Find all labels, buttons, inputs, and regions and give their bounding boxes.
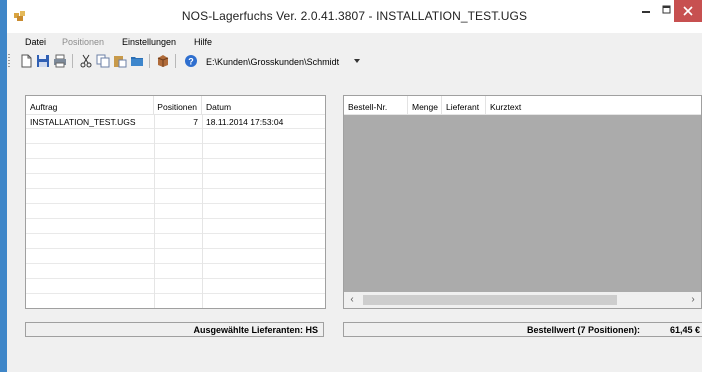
minimize-button[interactable]: [633, 0, 659, 22]
title-bar[interactable]: NOS-Lagerfuchs Ver. 2.0.41.3807 - INSTAL…: [7, 0, 702, 33]
orders-list[interactable]: Auftrag Positionen Datum INSTALLATION_TE…: [25, 95, 326, 309]
table-row: [26, 219, 325, 234]
column-header-lieferant[interactable]: Lieferant: [442, 96, 486, 114]
svg-text:?: ?: [188, 57, 194, 67]
scroll-left-icon[interactable]: ‹: [347, 295, 357, 305]
horizontal-scrollbar[interactable]: ‹ ›: [344, 292, 701, 308]
table-row: [26, 159, 325, 174]
package-icon[interactable]: [156, 54, 170, 68]
positions-list[interactable]: Bestell-Nr. Menge Lieferant Kurztext ‹ ›: [343, 95, 702, 309]
table-row: [26, 294, 325, 309]
print-icon[interactable]: [53, 54, 67, 68]
window-title: NOS-Lagerfuchs Ver. 2.0.41.3807 - INSTAL…: [181, 9, 528, 23]
menu-datei[interactable]: Datei: [25, 37, 46, 47]
minimize-icon: [642, 11, 650, 13]
menu-positionen[interactable]: Positionen: [62, 37, 104, 47]
toolbar-grip[interactable]: [8, 54, 10, 68]
cell-auftrag: INSTALLATION_TEST.UGS: [30, 117, 136, 127]
save-icon[interactable]: [36, 54, 50, 68]
path-combobox[interactable]: E:\Kunden\Grosskunden\Schmidt: [206, 57, 339, 67]
selected-suppliers-status: Ausgewählte Lieferanten: HS: [25, 322, 324, 337]
copy-icon[interactable]: [96, 54, 110, 68]
toolbar-separator: [149, 54, 150, 68]
menu-hilfe[interactable]: Hilfe: [194, 37, 212, 47]
toolbar: ? E:\Kunden\Grosskunden\Schmidt: [7, 50, 702, 72]
paste-icon[interactable]: [113, 54, 127, 68]
table-row: [26, 264, 325, 279]
table-row: [26, 249, 325, 264]
chevron-down-icon[interactable]: [354, 59, 360, 63]
menu-einstellungen[interactable]: Einstellungen: [122, 37, 176, 47]
column-divider: [202, 114, 203, 308]
table-row: [26, 204, 325, 219]
cell-positionen: 7: [193, 117, 198, 127]
table-row: [26, 234, 325, 249]
order-value-status: Bestellwert (7 Positionen): 61,45 €: [343, 322, 702, 337]
order-value-label: Bestellwert (7 Positionen):: [527, 325, 641, 335]
table-row: [26, 189, 325, 204]
menu-bar: Datei Positionen Einstellungen Hilfe: [7, 33, 702, 50]
cut-icon[interactable]: [79, 54, 93, 68]
selected-suppliers-text: Ausgewählte Lieferanten: HS: [193, 325, 318, 335]
table-row: [26, 174, 325, 189]
column-divider: [154, 114, 155, 308]
table-row: [26, 279, 325, 294]
table-row[interactable]: INSTALLATION_TEST.UGS 7 18.11.2014 17:53…: [26, 114, 325, 129]
scrollbar-thumb[interactable]: [363, 295, 617, 305]
new-document-icon[interactable]: [19, 54, 33, 68]
table-row: [26, 129, 325, 144]
table-row: [26, 144, 325, 159]
column-header-menge[interactable]: Menge: [408, 96, 442, 114]
toolbar-separator: [175, 54, 176, 68]
scroll-right-icon[interactable]: ›: [688, 295, 698, 305]
app-window: NOS-Lagerfuchs Ver. 2.0.41.3807 - INSTAL…: [7, 0, 702, 372]
close-button[interactable]: [674, 0, 702, 22]
column-header-kurztext[interactable]: Kurztext: [486, 96, 701, 114]
toolbar-separator: [72, 54, 73, 68]
order-value-amount: 61,45 €: [669, 325, 700, 335]
close-icon: [683, 6, 693, 16]
column-header-auftrag[interactable]: Auftrag: [26, 96, 154, 114]
maximize-icon: [662, 5, 671, 14]
open-folder-icon[interactable]: [130, 54, 144, 68]
column-header-bestell-nr[interactable]: Bestell-Nr.: [344, 96, 408, 114]
column-header-datum[interactable]: Datum: [202, 96, 325, 114]
column-header-positionen[interactable]: Positionen: [154, 96, 202, 114]
help-icon[interactable]: ?: [184, 54, 198, 68]
cell-datum: 18.11.2014 17:53:04: [206, 117, 284, 127]
